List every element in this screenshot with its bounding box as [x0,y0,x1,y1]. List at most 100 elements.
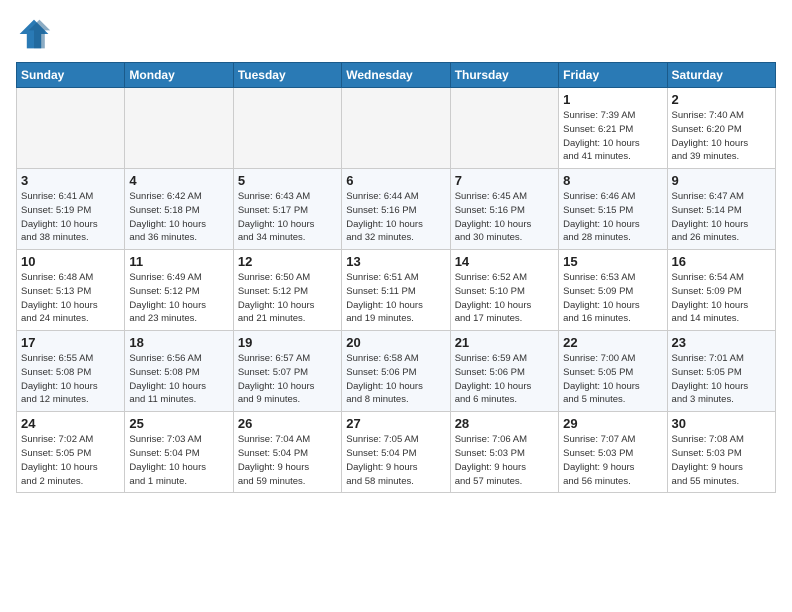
day-number: 12 [238,254,337,269]
day-info: Sunrise: 7:05 AM Sunset: 5:04 PM Dayligh… [346,433,445,488]
day-number: 14 [455,254,554,269]
day-info: Sunrise: 7:06 AM Sunset: 5:03 PM Dayligh… [455,433,554,488]
calendar-day-cell: 16 Sunrise: 6:54 AM Sunset: 5:09 PM Dayli… [667,250,775,331]
calendar-day-cell: 22Sunrise: 7:00 AM Sunset: 5:05 PM Dayli… [559,331,667,412]
day-number: 7 [455,173,554,188]
day-number: 16 [672,254,771,269]
day-info: Sunrise: 6:49 AM Sunset: 5:12 PM Dayligh… [129,271,228,326]
calendar-col-header: Sunday [17,63,125,88]
calendar-day-cell: 14 Sunrise: 6:52 AM Sunset: 5:10 PM Dayli… [450,250,558,331]
calendar: SundayMondayTuesdayWednesdayThursdayFrid… [16,62,776,493]
calendar-day-cell: 26 Sunrise: 7:04 AM Sunset: 5:04 PM Dayli… [233,412,341,493]
day-number: 4 [129,173,228,188]
page: SundayMondayTuesdayWednesdayThursdayFrid… [0,0,792,612]
day-number: 30 [672,416,771,431]
day-info: Sunrise: 6:43 AM Sunset: 5:17 PM Dayligh… [238,190,337,245]
calendar-day-cell: 18 Sunrise: 6:56 AM Sunset: 5:08 PM Dayli… [125,331,233,412]
day-number: 11 [129,254,228,269]
day-number: 3 [21,173,120,188]
day-info: Sunrise: 6:59 AM Sunset: 5:06 PM Dayligh… [455,352,554,407]
calendar-col-header: Thursday [450,63,558,88]
day-number: 29 [563,416,662,431]
calendar-day-cell [233,88,341,169]
day-info: Sunrise: 7:07 AM Sunset: 5:03 PM Dayligh… [563,433,662,488]
day-info: Sunrise: 6:58 AM Sunset: 5:06 PM Dayligh… [346,352,445,407]
calendar-day-cell [17,88,125,169]
day-info: Sunrise: 7:03 AM Sunset: 5:04 PM Dayligh… [129,433,228,488]
day-info: Sunrise: 6:44 AM Sunset: 5:16 PM Dayligh… [346,190,445,245]
day-info: Sunrise: 6:41 AM Sunset: 5:19 PM Dayligh… [21,190,120,245]
calendar-day-cell: 20 Sunrise: 6:58 AM Sunset: 5:06 PM Dayli… [342,331,450,412]
calendar-header-row: SundayMondayTuesdayWednesdayThursdayFrid… [17,63,776,88]
calendar-day-cell: 21 Sunrise: 6:59 AM Sunset: 5:06 PM Dayli… [450,331,558,412]
calendar-col-header: Saturday [667,63,775,88]
calendar-day-cell: 9 Sunrise: 6:47 AM Sunset: 5:14 PM Daylig… [667,169,775,250]
day-number: 27 [346,416,445,431]
day-number: 13 [346,254,445,269]
day-number: 10 [21,254,120,269]
calendar-day-cell: 3 Sunrise: 6:41 AM Sunset: 5:19 PM Daylig… [17,169,125,250]
day-number: 24 [21,416,120,431]
day-info: Sunrise: 6:50 AM Sunset: 5:12 PM Dayligh… [238,271,337,326]
day-number: 19 [238,335,337,350]
calendar-day-cell: 29 Sunrise: 7:07 AM Sunset: 5:03 PM Dayli… [559,412,667,493]
day-number: 22 [563,335,662,350]
day-number: 5 [238,173,337,188]
calendar-day-cell: 1 Sunrise: 7:39 AM Sunset: 6:21 PM Daylig… [559,88,667,169]
day-number: 8 [563,173,662,188]
calendar-day-cell: 27 Sunrise: 7:05 AM Sunset: 5:04 PM Dayli… [342,412,450,493]
day-info: Sunrise: 6:53 AM Sunset: 5:09 PM Dayligh… [563,271,662,326]
day-number: 1 [563,92,662,107]
header [16,16,776,52]
day-info: Sunrise: 6:51 AM Sunset: 5:11 PM Dayligh… [346,271,445,326]
day-info: Sunrise: 6:42 AM Sunset: 5:18 PM Dayligh… [129,190,228,245]
logo [16,16,56,52]
calendar-week-row: 10 Sunrise: 6:48 AM Sunset: 5:13 PM Dayli… [17,250,776,331]
calendar-week-row: 24 Sunrise: 7:02 AM Sunset: 5:05 PM Dayli… [17,412,776,493]
calendar-day-cell: 28Sunrise: 7:06 AM Sunset: 5:03 PM Dayli… [450,412,558,493]
calendar-day-cell [125,88,233,169]
calendar-day-cell: 4 Sunrise: 6:42 AM Sunset: 5:18 PM Daylig… [125,169,233,250]
calendar-day-cell [342,88,450,169]
day-number: 21 [455,335,554,350]
day-info: Sunrise: 6:55 AM Sunset: 5:08 PM Dayligh… [21,352,120,407]
day-info: Sunrise: 7:08 AM Sunset: 5:03 PM Dayligh… [672,433,771,488]
day-info: Sunrise: 6:54 AM Sunset: 5:09 PM Dayligh… [672,271,771,326]
calendar-col-header: Tuesday [233,63,341,88]
logo-icon [16,16,52,52]
day-info: Sunrise: 6:48 AM Sunset: 5:13 PM Dayligh… [21,271,120,326]
calendar-day-cell: 7 Sunrise: 6:45 AM Sunset: 5:16 PM Daylig… [450,169,558,250]
calendar-day-cell: 13 Sunrise: 6:51 AM Sunset: 5:11 PM Dayli… [342,250,450,331]
day-number: 9 [672,173,771,188]
day-number: 20 [346,335,445,350]
day-info: Sunrise: 6:47 AM Sunset: 5:14 PM Dayligh… [672,190,771,245]
day-number: 26 [238,416,337,431]
day-info: Sunrise: 6:46 AM Sunset: 5:15 PM Dayligh… [563,190,662,245]
calendar-col-header: Wednesday [342,63,450,88]
calendar-week-row: 17Sunrise: 6:55 AM Sunset: 5:08 PM Dayli… [17,331,776,412]
calendar-day-cell: 11 Sunrise: 6:49 AM Sunset: 5:12 PM Dayli… [125,250,233,331]
day-info: Sunrise: 6:57 AM Sunset: 5:07 PM Dayligh… [238,352,337,407]
day-number: 15 [563,254,662,269]
calendar-col-header: Friday [559,63,667,88]
calendar-day-cell: 10 Sunrise: 6:48 AM Sunset: 5:13 PM Dayli… [17,250,125,331]
calendar-day-cell: 5 Sunrise: 6:43 AM Sunset: 5:17 PM Daylig… [233,169,341,250]
calendar-day-cell: 30 Sunrise: 7:08 AM Sunset: 5:03 PM Dayli… [667,412,775,493]
calendar-day-cell: 2 Sunrise: 7:40 AM Sunset: 6:20 PM Daylig… [667,88,775,169]
day-info: Sunrise: 7:01 AM Sunset: 5:05 PM Dayligh… [672,352,771,407]
day-number: 2 [672,92,771,107]
day-info: Sunrise: 7:04 AM Sunset: 5:04 PM Dayligh… [238,433,337,488]
calendar-day-cell: 6 Sunrise: 6:44 AM Sunset: 5:16 PM Daylig… [342,169,450,250]
calendar-day-cell: 23Sunrise: 7:01 AM Sunset: 5:05 PM Dayli… [667,331,775,412]
day-info: Sunrise: 7:39 AM Sunset: 6:21 PM Dayligh… [563,109,662,164]
calendar-day-cell: 17Sunrise: 6:55 AM Sunset: 5:08 PM Dayli… [17,331,125,412]
calendar-day-cell: 8 Sunrise: 6:46 AM Sunset: 5:15 PM Daylig… [559,169,667,250]
day-info: Sunrise: 7:40 AM Sunset: 6:20 PM Dayligh… [672,109,771,164]
day-number: 18 [129,335,228,350]
day-info: Sunrise: 7:02 AM Sunset: 5:05 PM Dayligh… [21,433,120,488]
calendar-week-row: 3 Sunrise: 6:41 AM Sunset: 5:19 PM Daylig… [17,169,776,250]
day-number: 6 [346,173,445,188]
day-info: Sunrise: 6:45 AM Sunset: 5:16 PM Dayligh… [455,190,554,245]
day-info: Sunrise: 6:56 AM Sunset: 5:08 PM Dayligh… [129,352,228,407]
day-info: Sunrise: 6:52 AM Sunset: 5:10 PM Dayligh… [455,271,554,326]
